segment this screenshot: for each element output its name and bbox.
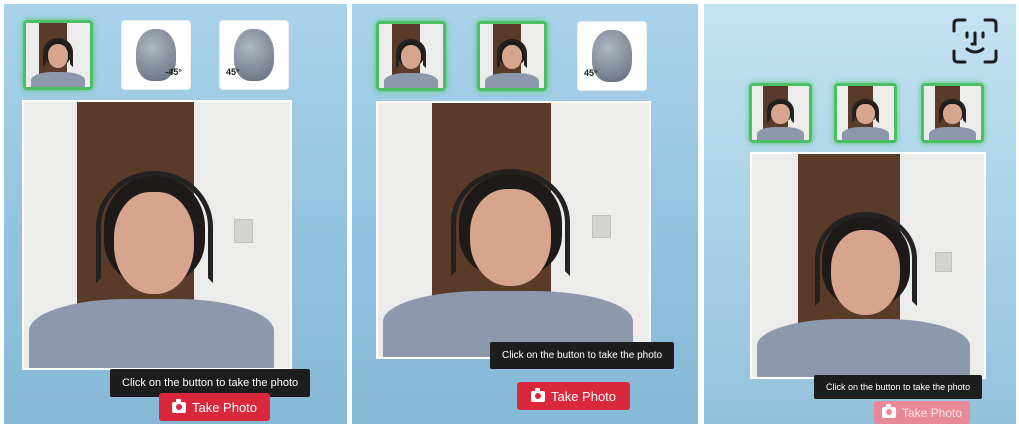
captured-thumbnail-front (23, 20, 93, 90)
capture-panel-step-2: 45° Click on the button to take the phot… (352, 4, 698, 424)
capture-panel-step-1: -45° 45° Click on the button to take the… (4, 4, 347, 424)
camera-icon (171, 398, 186, 413)
captured-thumbnail-left (477, 21, 547, 91)
take-photo-label: Take Photo (191, 399, 258, 415)
take-photo-button[interactable]: Take Photo (874, 401, 970, 424)
angle-label: -45° (165, 67, 182, 77)
pose-guide-left-thumbnail: -45° (121, 20, 191, 90)
captured-thumbnail-right (921, 83, 984, 143)
camera-icon (530, 387, 545, 402)
take-photo-button[interactable]: Take Photo (159, 393, 270, 421)
take-photo-button[interactable]: Take Photo (517, 382, 630, 410)
face-id-icon (952, 18, 998, 64)
angle-label: 45° (226, 67, 240, 77)
webcam-preview (750, 152, 986, 379)
head-turn-right-icon: 45° (578, 22, 646, 90)
head-turn-left-icon: -45° (122, 21, 190, 89)
camera-icon (881, 404, 896, 418)
take-photo-label: Take Photo (550, 388, 617, 404)
head-turn-right-icon: 45° (220, 21, 288, 89)
pose-guide-right-thumbnail: 45° (577, 21, 647, 91)
captured-thumbnail-front (376, 21, 446, 91)
captured-thumbnail-front (749, 83, 812, 143)
capture-panel-step-3: Click on the button to take the photo Ta… (704, 4, 1016, 424)
captured-thumbnail-left (834, 83, 897, 143)
angle-label: 45° (584, 68, 598, 78)
take-photo-label: Take Photo (901, 405, 963, 420)
webcam-preview (22, 100, 292, 370)
webcam-preview (376, 101, 651, 359)
pose-guide-right-thumbnail: 45° (219, 20, 289, 90)
take-photo-tooltip: Click on the button to take the photo (490, 342, 675, 369)
take-photo-tooltip: Click on the button to take the photo (814, 375, 983, 399)
